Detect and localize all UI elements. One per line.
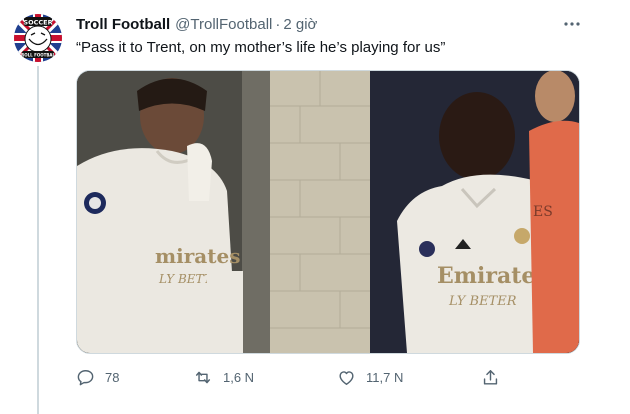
tweet-text: “Pass it to Trent, on my mother’s life h… — [76, 39, 446, 56]
reply-count: 78 — [105, 369, 120, 385]
tweet-header: Troll Football @TrollFootball · 2 giờ — [76, 14, 317, 34]
author-handle[interactable]: @TrollFootball — [175, 16, 272, 33]
keeper-sponsor: ES — [533, 204, 553, 220]
video-frame: mirates LY BETTER Emirates LY BETER ES — [77, 71, 579, 353]
more-options-button[interactable] — [560, 14, 584, 34]
author-name[interactable]: Troll Football — [76, 16, 170, 33]
tweet-media-video[interactable]: mirates LY BETTER Emirates LY BETER ES — [76, 70, 580, 354]
logo-bottom-text: TROLL FOOTBALL — [18, 53, 58, 58]
like-icon — [339, 370, 354, 385]
troll-football-logo-icon: SOCCER TROLL FOOTBALL — [14, 14, 62, 62]
logo-top-text: SOCCER — [23, 19, 52, 27]
retweet-count: 1,6 N — [223, 369, 255, 385]
avatar[interactable]: SOCCER TROLL FOOTBALL — [14, 14, 62, 62]
tweet-time[interactable]: 2 giờ — [283, 16, 317, 33]
thread-line — [37, 66, 39, 414]
retweet-icon — [195, 371, 211, 383]
share-button[interactable] — [481, 366, 500, 388]
retweet-button[interactable]: 1,6 N — [193, 366, 254, 388]
action-bar: 78 1,6 N 11,7 N — [0, 366, 630, 388]
share-icon — [483, 369, 498, 385]
jersey-sponsor-right: Emirates — [437, 263, 548, 289]
separator-dot: · — [275, 15, 281, 33]
like-count: 11,7 N — [366, 369, 404, 385]
more-icon — [564, 22, 580, 26]
reply-icon — [77, 369, 94, 385]
like-button[interactable]: 11,7 N — [337, 366, 403, 388]
tweet[interactable]: SOCCER TROLL FOOTBALL Troll Football @Tr… — [0, 0, 630, 414]
jersey-sponsor-right-sub: LY BETER — [448, 294, 517, 309]
reply-button[interactable]: 78 — [76, 366, 119, 388]
jersey-sponsor-left: mirates — [155, 244, 240, 268]
